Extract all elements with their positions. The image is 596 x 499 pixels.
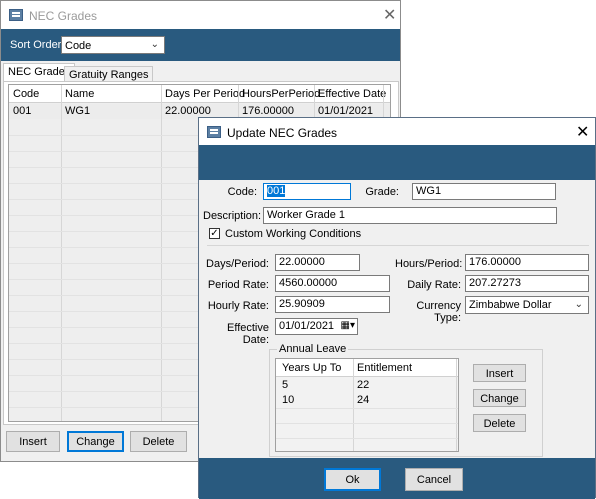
dialog-footer: Ok Cancel bbox=[199, 458, 595, 499]
grid-line bbox=[276, 408, 458, 409]
cell-hours: 176.00000 bbox=[242, 105, 294, 117]
grid-line bbox=[276, 438, 458, 439]
code-label: Code: bbox=[227, 186, 257, 198]
cell-code: 001 bbox=[13, 105, 32, 117]
hourly-rate-input[interactable]: 25.90909 bbox=[275, 296, 390, 313]
cell-years: 5 bbox=[282, 379, 289, 391]
grid-header: Code Name Days Per Period HoursPerPeriod… bbox=[9, 85, 390, 103]
table-row[interactable]: 5 22 bbox=[276, 379, 458, 392]
hours-period-label: Hours/Period: bbox=[395, 258, 463, 270]
change-button[interactable]: Change bbox=[67, 431, 124, 452]
dialog-title: Update NEC Grades bbox=[227, 126, 338, 140]
title-bar: NEC Grades ✕ bbox=[1, 1, 400, 29]
leave-change-button[interactable]: Change bbox=[473, 389, 526, 407]
effective-date-label: Effective Date: bbox=[227, 322, 269, 346]
update-nec-grades-dialog: Update NEC Grades ✕ Code: 001 Grade: WG1… bbox=[198, 117, 596, 499]
cell-entitlement: 22 bbox=[357, 379, 370, 391]
effective-date-value: 01/01/2021 bbox=[279, 320, 335, 332]
code-input[interactable]: 001 bbox=[263, 183, 351, 200]
tab-gratuity-ranges[interactable]: Gratuity Ranges bbox=[64, 66, 154, 81]
period-rate-label: Period Rate: bbox=[207, 279, 269, 291]
sort-order-label: Sort Order bbox=[10, 39, 62, 51]
column-header[interactable]: Code bbox=[13, 88, 39, 100]
close-icon[interactable]: ✕ bbox=[383, 5, 396, 25]
dialog-header-band bbox=[199, 145, 595, 180]
sort-order-value: Code bbox=[65, 40, 92, 52]
column-header[interactable]: Years Up To bbox=[282, 362, 341, 374]
annual-leave-label: Annual Leave bbox=[277, 343, 349, 355]
cancel-button[interactable]: Cancel bbox=[405, 468, 463, 491]
column-header[interactable]: Entitlement bbox=[357, 362, 412, 374]
period-rate-input[interactable]: 4560.00000 bbox=[275, 275, 390, 292]
code-value: 001 bbox=[267, 185, 286, 197]
chevron-down-icon: ⌄ bbox=[150, 39, 159, 50]
column-header[interactable]: Days Per Period bbox=[165, 88, 245, 100]
insert-button[interactable]: Insert bbox=[6, 431, 60, 452]
sort-order-bar: Sort Order Code ⌄ bbox=[1, 29, 400, 61]
column-header[interactable]: Effective Date bbox=[318, 88, 386, 100]
hours-period-input[interactable]: 176.00000 bbox=[465, 254, 589, 271]
chevron-down-icon: ⌄ bbox=[574, 299, 583, 310]
currency-type-select[interactable]: Zimbabwe Dollar ⌄ bbox=[465, 296, 589, 314]
grade-label: Grade: bbox=[365, 186, 399, 198]
grid-line bbox=[276, 423, 458, 424]
annual-leave-grid[interactable]: Years Up To Entitlement 5 22 10 24 bbox=[275, 358, 459, 452]
grade-input[interactable]: WG1 bbox=[412, 183, 556, 200]
description-input[interactable]: Worker Grade 1 bbox=[263, 207, 557, 224]
leave-delete-button[interactable]: Delete bbox=[473, 414, 526, 432]
sort-order-select[interactable]: Code ⌄ bbox=[61, 36, 165, 54]
daily-rate-label: Daily Rate: bbox=[407, 279, 461, 291]
delete-button[interactable]: Delete bbox=[130, 431, 187, 452]
hourly-rate-label: Hourly Rate: bbox=[207, 300, 269, 312]
ok-button[interactable]: Ok bbox=[324, 468, 381, 491]
cell-entitlement: 24 bbox=[357, 394, 370, 406]
currency-type-value: Zimbabwe Dollar bbox=[469, 299, 552, 311]
description-label: Description: bbox=[203, 210, 262, 222]
app-icon bbox=[207, 126, 221, 138]
column-header[interactable]: HoursPerPeriod bbox=[242, 88, 320, 100]
days-period-input[interactable]: 22.00000 bbox=[275, 254, 360, 271]
app-icon bbox=[9, 9, 23, 21]
cell-name: WG1 bbox=[65, 105, 91, 117]
currency-type-label: Currency Type: bbox=[416, 300, 461, 324]
divider bbox=[207, 245, 589, 246]
grid-header: Years Up To Entitlement bbox=[276, 359, 458, 377]
daily-rate-input[interactable]: 207.27273 bbox=[465, 275, 589, 292]
calendar-icon[interactable]: ▦▾ bbox=[341, 320, 355, 331]
custom-conditions-label: Custom Working Conditions bbox=[225, 228, 362, 240]
days-period-label: Days/Period: bbox=[206, 258, 269, 270]
dialog-title-bar: Update NEC Grades ✕ bbox=[199, 118, 595, 145]
column-header[interactable]: Name bbox=[65, 88, 94, 100]
cell-effective-date: 01/01/2021 bbox=[318, 105, 374, 117]
cell-years: 10 bbox=[282, 394, 295, 406]
custom-conditions-checkbox[interactable]: ✓ bbox=[209, 228, 220, 239]
cell-days: 22.00000 bbox=[165, 105, 211, 117]
leave-insert-button[interactable]: Insert bbox=[473, 364, 526, 382]
effective-date-picker[interactable]: 01/01/2021 ▦▾ bbox=[275, 318, 358, 335]
close-icon[interactable]: ✕ bbox=[576, 122, 589, 142]
window-title: NEC Grades bbox=[29, 9, 98, 23]
table-row[interactable]: 10 24 bbox=[276, 394, 458, 407]
